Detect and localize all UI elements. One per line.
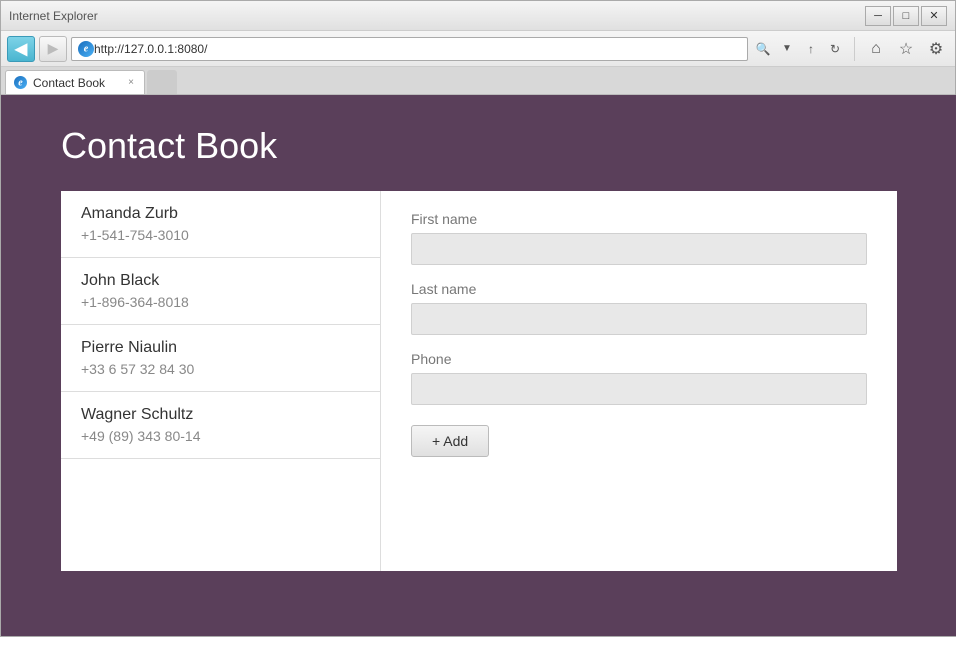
tab-bar: Contact Book × xyxy=(1,67,955,95)
last-name-input[interactable] xyxy=(411,303,867,335)
navigation-bar: ◀ ▶ http://127.0.0.1:8080/ 🔍 ▼ ↑ ↻ ⌂ ☆ ⚙ xyxy=(1,31,955,67)
search-icon[interactable]: 🔍 xyxy=(752,38,774,60)
contact-phone: +33 6 57 32 84 30 xyxy=(81,361,360,377)
contact-item[interactable]: Pierre Niaulin +33 6 57 32 84 30 xyxy=(61,325,380,392)
window-controls: ─ □ ✕ xyxy=(865,6,947,26)
divider xyxy=(854,37,855,61)
share-icon[interactable]: ↑ xyxy=(800,38,822,60)
last-name-group: Last name xyxy=(411,281,867,335)
home-icon[interactable]: ⌂ xyxy=(863,36,889,62)
address-text: http://127.0.0.1:8080/ xyxy=(94,42,741,56)
contact-phone: +49 (89) 343 80-14 xyxy=(81,428,360,444)
first-name-input[interactable] xyxy=(411,233,867,265)
maximize-button[interactable]: □ xyxy=(893,6,919,26)
favorites-icon[interactable]: ☆ xyxy=(893,36,919,62)
browser-window: Internet Explorer ─ □ ✕ ◀ ▶ http://127.0… xyxy=(0,0,956,637)
ie-favicon-icon xyxy=(78,41,94,57)
contact-list: Amanda Zurb +1-541-754-3010 John Black +1-8… xyxy=(61,191,381,571)
add-button[interactable]: + Add xyxy=(411,425,489,457)
close-button[interactable]: ✕ xyxy=(921,6,947,26)
contact-name: John Black xyxy=(81,272,360,290)
last-name-label: Last name xyxy=(411,281,867,297)
first-name-label: First name xyxy=(411,211,867,227)
first-name-group: First name xyxy=(411,211,867,265)
address-actions: 🔍 ▼ ↑ ↻ xyxy=(752,38,846,60)
compatibility-icon[interactable]: ▼ xyxy=(776,38,798,60)
forward-button[interactable]: ▶ xyxy=(39,36,67,62)
contact-name: Wagner Schultz xyxy=(81,406,360,424)
phone-input[interactable] xyxy=(411,373,867,405)
contact-phone: +1-541-754-3010 xyxy=(81,227,360,243)
contact-book-container: Amanda Zurb +1-541-754-3010 John Black +1-8… xyxy=(61,191,897,571)
contact-name: Amanda Zurb xyxy=(81,205,360,223)
address-bar[interactable]: http://127.0.0.1:8080/ xyxy=(71,37,748,61)
tab-label: Contact Book xyxy=(33,76,105,90)
active-tab[interactable]: Contact Book × xyxy=(5,70,145,94)
tab-close-button[interactable]: × xyxy=(126,76,136,89)
contact-phone: +1-896-364-8018 xyxy=(81,294,360,310)
phone-label: Phone xyxy=(411,351,867,367)
window-title: Internet Explorer xyxy=(9,9,98,23)
contact-item[interactable]: John Black +1-896-364-8018 xyxy=(61,258,380,325)
contact-item[interactable]: Amanda Zurb +1-541-754-3010 xyxy=(61,191,380,258)
settings-icon[interactable]: ⚙ xyxy=(923,36,949,62)
back-button[interactable]: ◀ xyxy=(7,36,35,62)
address-bar-container: http://127.0.0.1:8080/ 🔍 ▼ ↑ ↻ xyxy=(71,37,846,61)
new-tab-button[interactable] xyxy=(147,70,177,94)
page-content: Contact Book Amanda Zurb +1-541-754-3010 J… xyxy=(1,95,956,636)
phone-group: Phone xyxy=(411,351,867,405)
refresh-icon[interactable]: ↻ xyxy=(824,38,846,60)
minimize-button[interactable]: ─ xyxy=(865,6,891,26)
contact-name: Pierre Niaulin xyxy=(81,339,360,357)
tab-favicon-icon xyxy=(14,76,27,89)
title-bar: Internet Explorer ─ □ ✕ xyxy=(1,1,955,31)
contact-item[interactable]: Wagner Schultz +49 (89) 343 80-14 xyxy=(61,392,380,459)
contact-form: First name Last name Phone + Add xyxy=(381,191,897,571)
page-title: Contact Book xyxy=(61,125,897,167)
